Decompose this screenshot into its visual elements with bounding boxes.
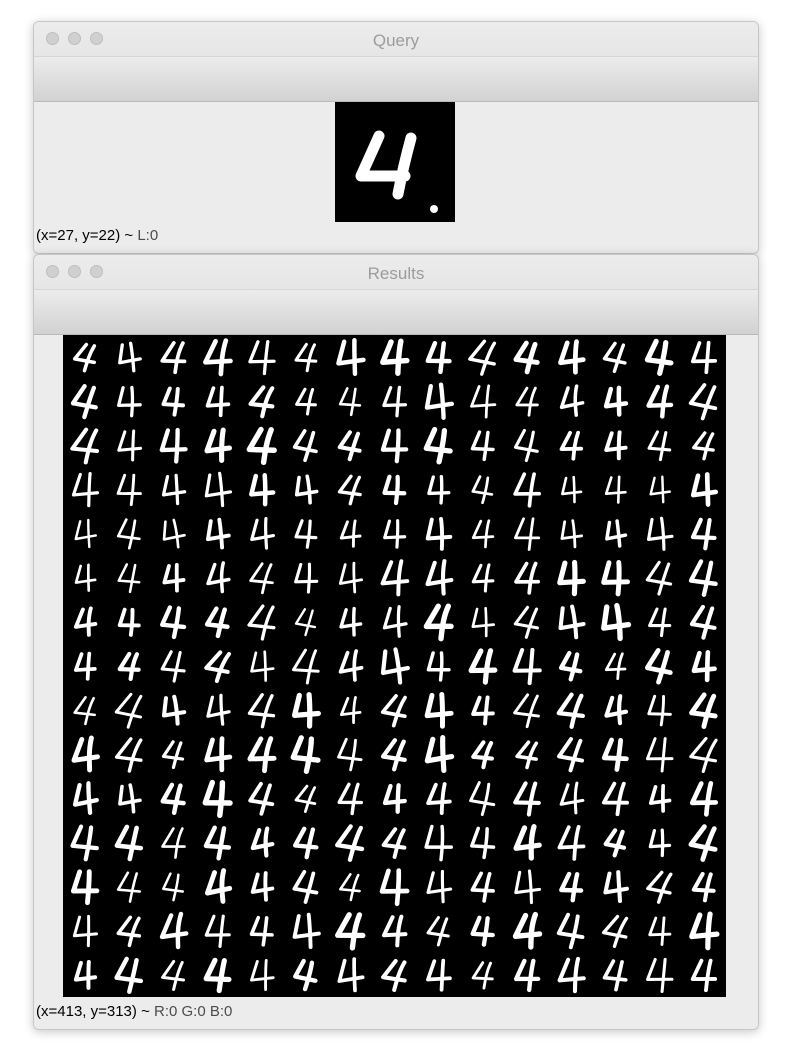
query-pixel-value: L:0 — [137, 227, 159, 244]
query-status-bar: (x=27, y=22) ~ L:0 — [36, 227, 158, 244]
results-cursor-coords: (x=413, y=313) ~ — [36, 1003, 154, 1020]
results-window-title: Results — [367, 264, 425, 283]
query-toolbar — [34, 57, 758, 102]
query-window-title: Query — [372, 31, 420, 50]
query-titlebar[interactable]: Query — [34, 22, 758, 57]
results-pixel-value: R:0 G:0 B:0 — [154, 1003, 233, 1020]
query-window: Query (x=27, y=22) ~ L:0 — [33, 21, 759, 254]
query-digit-image[interactable] — [335, 102, 455, 222]
results-titlebar[interactable]: Results — [34, 255, 758, 290]
results-content: (x=413, y=313) ~ R:0 G:0 B:0 — [34, 335, 758, 1029]
results-digit-grid[interactable] — [63, 335, 726, 997]
results-toolbar — [34, 290, 758, 335]
results-window: Results (x=413, y=313) ~ R:0 G:0 B:0 — [33, 254, 759, 1030]
results-status-bar: (x=413, y=313) ~ R:0 G:0 B:0 — [36, 1003, 232, 1020]
query-content: (x=27, y=22) ~ L:0 — [34, 102, 758, 253]
stray-dot — [430, 205, 438, 213]
query-cursor-coords: (x=27, y=22) ~ — [36, 227, 138, 244]
